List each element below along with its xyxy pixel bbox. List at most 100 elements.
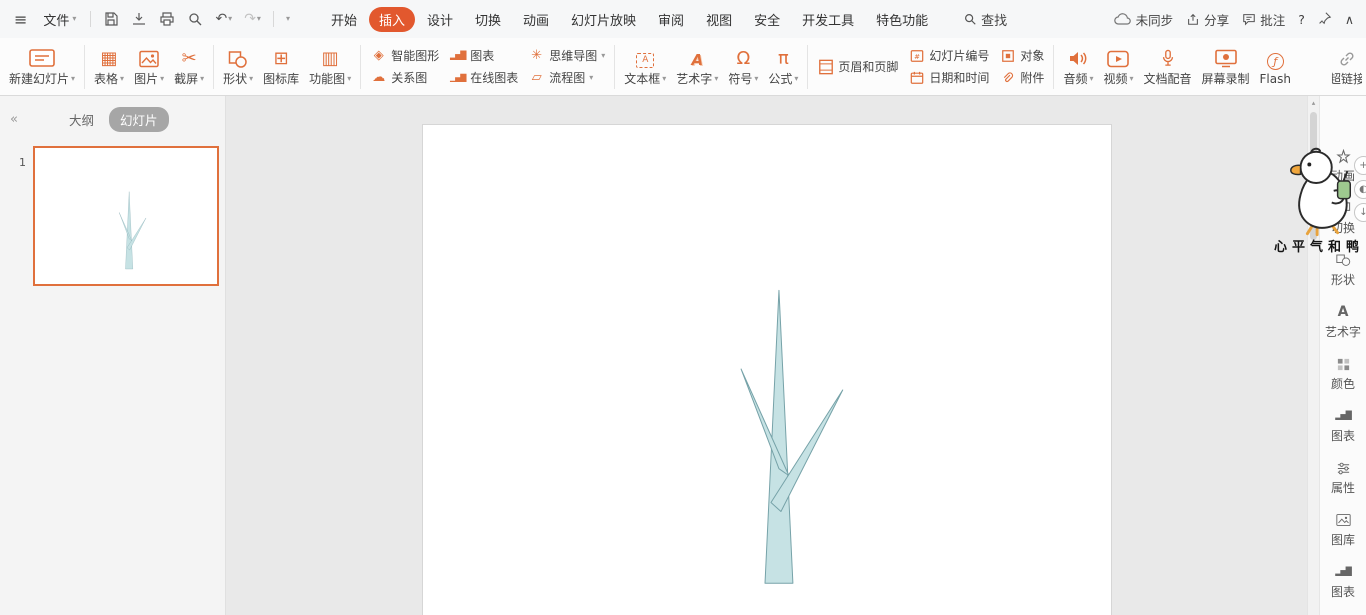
word-art-button[interactable]: A 艺术字▾: [671, 41, 723, 93]
new-slide-label: 新建幻灯片: [9, 70, 69, 87]
slide-thumbnail-art: [35, 148, 217, 284]
tab-outline[interactable]: 大纲: [58, 107, 105, 132]
widget-collapse-button[interactable]: ↓: [1354, 203, 1366, 222]
pin-button[interactable]: [1318, 11, 1332, 28]
titlebar-right: 未同步 分享 批注 ? ∧: [1114, 10, 1358, 29]
function-diagram-button[interactable]: ▥ 功能图▾: [304, 41, 356, 93]
picture-button[interactable]: 图片▾: [129, 41, 169, 93]
tab-home[interactable]: 开始: [321, 7, 367, 32]
tab-view[interactable]: 视图: [696, 7, 742, 32]
sidebar-item-properties[interactable]: 属性: [1320, 452, 1366, 504]
mind-map-button[interactable]: ✳ 思维导图 ▾: [523, 46, 610, 65]
collapse-ribbon-button[interactable]: ∧: [1345, 12, 1354, 27]
chevron-down-icon: ▾: [662, 75, 666, 83]
video-button[interactable]: 视频▾: [1098, 41, 1138, 93]
flowchart-button[interactable]: ▱ 流程图 ▾: [523, 68, 610, 87]
header-footer-label: 页眉和页脚: [838, 58, 898, 75]
audio-button[interactable]: 音频▾: [1058, 41, 1098, 93]
attachment-button[interactable]: 附件: [994, 68, 1049, 87]
tab-animation[interactable]: 动画: [513, 7, 559, 32]
chart-button[interactable]: ▂▅█ 图表: [444, 46, 523, 65]
mind-map-icon: ✳: [528, 49, 545, 62]
object-button[interactable]: 对象: [994, 46, 1049, 65]
hamburger-menu-icon[interactable]: ≡: [8, 10, 33, 29]
duck-mascot-widget[interactable]: [1283, 144, 1361, 241]
online-chart-button[interactable]: ▁▄▇ 在线图表: [444, 68, 523, 87]
help-button[interactable]: ?: [1298, 12, 1305, 27]
print-button[interactable]: [155, 9, 179, 29]
table-icon: ▦: [101, 46, 118, 68]
tab-special-features[interactable]: 特色功能: [866, 7, 938, 32]
screen-record-button[interactable]: 屏幕录制: [1197, 41, 1255, 93]
pin-icon: [1318, 11, 1332, 25]
tab-slideshow[interactable]: 幻灯片放映: [561, 7, 646, 32]
date-time-button[interactable]: 日期和时间: [903, 68, 994, 87]
svg-text:#: #: [914, 53, 920, 61]
chevron-down-icon: ▾: [1089, 75, 1093, 83]
table-button[interactable]: ▦ 表格▾: [89, 41, 129, 93]
hyperlink-button[interactable]: 超链接: [1332, 41, 1362, 93]
smart-graphics-label: 智能图形: [391, 47, 439, 64]
symbol-button[interactable]: Ω 符号▾: [723, 41, 763, 93]
header-footer-button[interactable]: 页眉和页脚: [812, 41, 903, 93]
slide-canvas[interactable]: [422, 124, 1112, 615]
relationship-diagram-button[interactable]: ☁ 关系图: [365, 68, 444, 87]
tab-design[interactable]: 设计: [417, 7, 463, 32]
tab-slides[interactable]: 幻灯片: [109, 107, 169, 132]
save-button[interactable]: [99, 9, 123, 29]
file-menu-label: 文件: [43, 10, 69, 29]
icon-library-label: 图标库: [263, 70, 299, 87]
sidebar-item-wordart[interactable]: A 艺术字: [1320, 296, 1366, 348]
widget-theme-button[interactable]: ◐: [1354, 180, 1366, 199]
search-button[interactable]: 查找: [953, 7, 1017, 32]
print-preview-button[interactable]: [183, 9, 207, 29]
undo-button[interactable]: ↶▾: [211, 9, 236, 29]
tab-devtools[interactable]: 开发工具: [792, 7, 864, 32]
slide-number-label: 幻灯片编号: [929, 47, 989, 64]
comments-button[interactable]: 批注: [1242, 10, 1285, 29]
screenshot-button[interactable]: ✂ 截屏▾: [169, 41, 209, 93]
sidebar-item-label: 形状: [1331, 271, 1355, 288]
sidebar-item-gallery[interactable]: 图库: [1320, 504, 1366, 556]
slides-panel-header: « 大纲 幻灯片: [0, 96, 225, 142]
mind-map-label: 思维导图: [549, 47, 597, 64]
shapes-button[interactable]: 形状▾: [218, 41, 258, 93]
header-footer-icon: [817, 58, 834, 76]
object-attach-group: 对象 附件: [994, 41, 1049, 93]
tab-review[interactable]: 审阅: [648, 7, 694, 32]
redo-button[interactable]: ↷▾: [240, 9, 265, 29]
sidebar-item-color[interactable]: 颜色: [1320, 348, 1366, 400]
sidebar-item-chart[interactable]: ▂▅█ 图表: [1320, 400, 1366, 452]
smart-graphics-button[interactable]: ◈ 智能图形: [365, 46, 444, 65]
audio-label: 音频: [1063, 70, 1087, 87]
export-pdf-button[interactable]: [127, 9, 151, 29]
formula-button[interactable]: π 公式▾: [763, 41, 803, 93]
tab-security[interactable]: 安全: [744, 7, 790, 32]
sidebar-item-chart-partial[interactable]: ▂▅█ 图表: [1320, 556, 1366, 608]
widget-add-button[interactable]: +: [1354, 156, 1366, 175]
scissors-icon: ✂: [182, 46, 197, 68]
new-slide-button[interactable]: 新建幻灯片▾: [4, 41, 80, 93]
text-box-button[interactable]: A 文本框▾: [619, 41, 671, 93]
slide-thumbnail[interactable]: [33, 146, 219, 286]
sync-status-button[interactable]: 未同步: [1114, 10, 1174, 29]
share-button[interactable]: 分享: [1186, 10, 1229, 29]
slide-number-button[interactable]: # 幻灯片编号: [903, 46, 994, 65]
chevron-down-icon: ▾: [160, 75, 164, 83]
doc-dubbing-button[interactable]: 文档配音: [1139, 41, 1197, 93]
tab-insert[interactable]: 插入: [369, 7, 415, 32]
sidebar-item-label: 图表: [1331, 427, 1355, 444]
flash-button[interactable]: ƒ Flash: [1255, 41, 1296, 93]
tab-transition[interactable]: 切换: [465, 7, 511, 32]
flash-label: Flash: [1260, 72, 1291, 86]
slides-panel: « 大纲 幻灯片 1: [0, 96, 226, 615]
tree-shape[interactable]: [423, 125, 1111, 615]
share-icon: [1186, 12, 1200, 26]
icon-library-button[interactable]: ⊞ 图标库: [258, 41, 304, 93]
file-menu-button[interactable]: 文件 ▾: [37, 7, 82, 32]
hyperlink-label: 超链接: [1332, 70, 1362, 87]
quick-toolbar-more-button[interactable]: ▾: [282, 13, 294, 25]
sidebar-item-label: 属性: [1331, 479, 1355, 496]
scroll-up-icon[interactable]: ▴: [1308, 96, 1319, 107]
collapse-panel-icon[interactable]: «: [10, 112, 18, 127]
